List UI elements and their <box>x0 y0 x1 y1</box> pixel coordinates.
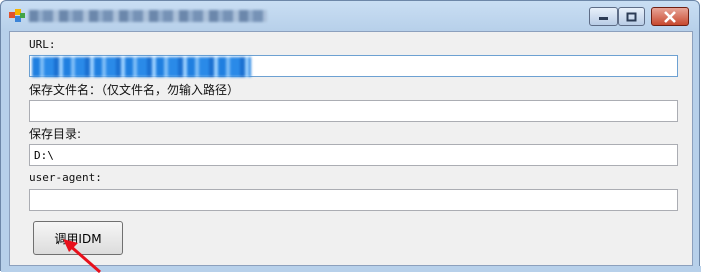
form-client-area: URL: 保存文件名：（仅文件名，勿输入路径） 保存目录: user-agent… <box>9 31 693 266</box>
annotation-arrow-icon <box>63 239 101 273</box>
filename-label: 保存文件名：（仅文件名，勿输入路径） <box>29 83 240 97</box>
app-icon <box>9 9 25 22</box>
url-label: URL: <box>29 38 56 51</box>
close-button[interactable] <box>651 7 689 26</box>
minimize-button[interactable] <box>589 7 618 26</box>
user-agent-input[interactable] <box>29 189 678 211</box>
maximize-icon <box>626 12 636 21</box>
minimize-icon <box>598 16 608 20</box>
close-icon <box>664 10 676 23</box>
filename-input[interactable] <box>29 100 678 122</box>
save-dir-input[interactable] <box>29 144 678 166</box>
title-bar[interactable] <box>1 1 701 31</box>
maximize-button[interactable] <box>618 7 645 26</box>
url-value-redacted <box>32 57 251 77</box>
window-title-redacted <box>29 10 267 22</box>
user-agent-label: user-agent: <box>29 171 102 184</box>
app-window: URL: 保存文件名：（仅文件名，勿输入路径） 保存目录: user-agent… <box>0 0 701 272</box>
save-dir-label: 保存目录: <box>29 127 82 141</box>
